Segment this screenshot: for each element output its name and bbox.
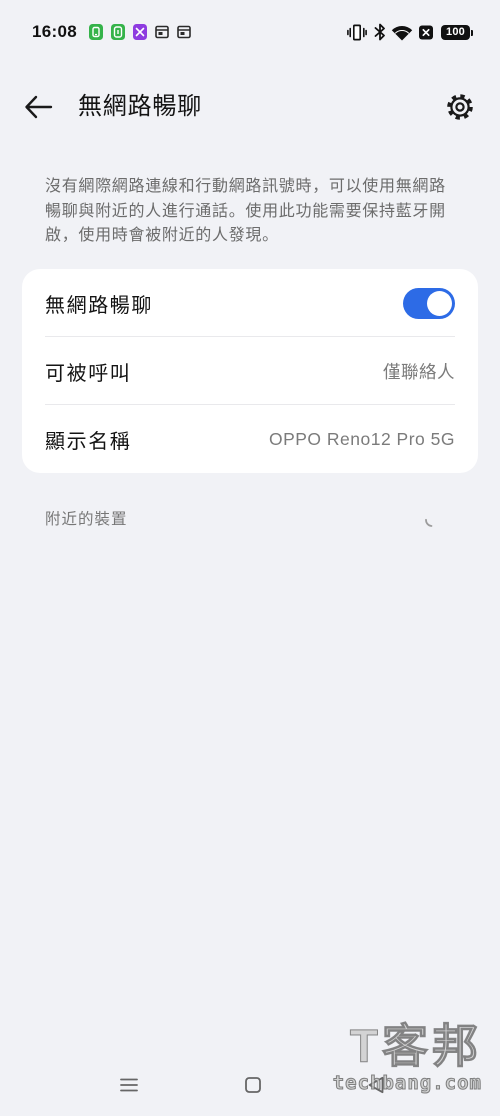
offline-chat-label: 無網路暢聊 (45, 294, 153, 317)
notification-icons (89, 24, 191, 40)
window-icon (177, 25, 191, 39)
green-app-icon (111, 24, 125, 40)
offline-chat-toggle[interactable] (403, 287, 455, 319)
gear-icon[interactable] (445, 92, 475, 122)
reachable-by-row[interactable]: 可被呼叫 僅聯絡人 (22, 337, 478, 405)
reachable-by-label: 可被呼叫 (45, 362, 132, 385)
status-time: 16:08 (32, 22, 77, 41)
arrow-left-icon[interactable] (22, 93, 54, 121)
watermark: T客邦 techbang.com (320, 1020, 482, 1095)
settings-card: 無網路暢聊 可被呼叫 僅聯絡人 顯示名稱 OPPO Reno12 Pro 5G (22, 269, 478, 473)
purple-app-icon (133, 24, 147, 40)
nearby-devices-header: 附近的裝置 (45, 511, 128, 528)
toggle-knob (427, 290, 452, 316)
wifi-icon (391, 26, 413, 41)
feature-description: 沒有網際網路連線和行動網路訊號時，可以使用無網路暢聊與附近的人進行通話。使用此功… (45, 178, 446, 244)
loading-spinner-icon (425, 513, 439, 527)
green-app-icon (89, 24, 103, 40)
page-title: 無網路暢聊 (78, 93, 202, 120)
display-name-row[interactable]: 顯示名稱 OPPO Reno12 Pro 5G (22, 405, 478, 473)
battery-icon: 100 (441, 25, 473, 40)
display-name-label: 顯示名稱 (45, 430, 132, 453)
vibrate-icon (347, 24, 367, 41)
watermark-logo: T客邦 (349, 1020, 482, 1073)
no-sim-icon (419, 25, 433, 40)
watermark-url: techbang.com (332, 1072, 482, 1095)
window-icon (155, 25, 169, 39)
home-icon[interactable] (245, 1077, 261, 1093)
bluetooth-icon (374, 23, 385, 41)
menu-icon[interactable] (120, 1078, 138, 1092)
battery-level: 100 (446, 26, 465, 38)
offline-chat-row[interactable]: 無網路暢聊 (22, 269, 478, 337)
reachable-by-value: 僅聯絡人 (383, 361, 455, 382)
display-name-value: OPPO Reno12 Pro 5G (268, 428, 455, 449)
